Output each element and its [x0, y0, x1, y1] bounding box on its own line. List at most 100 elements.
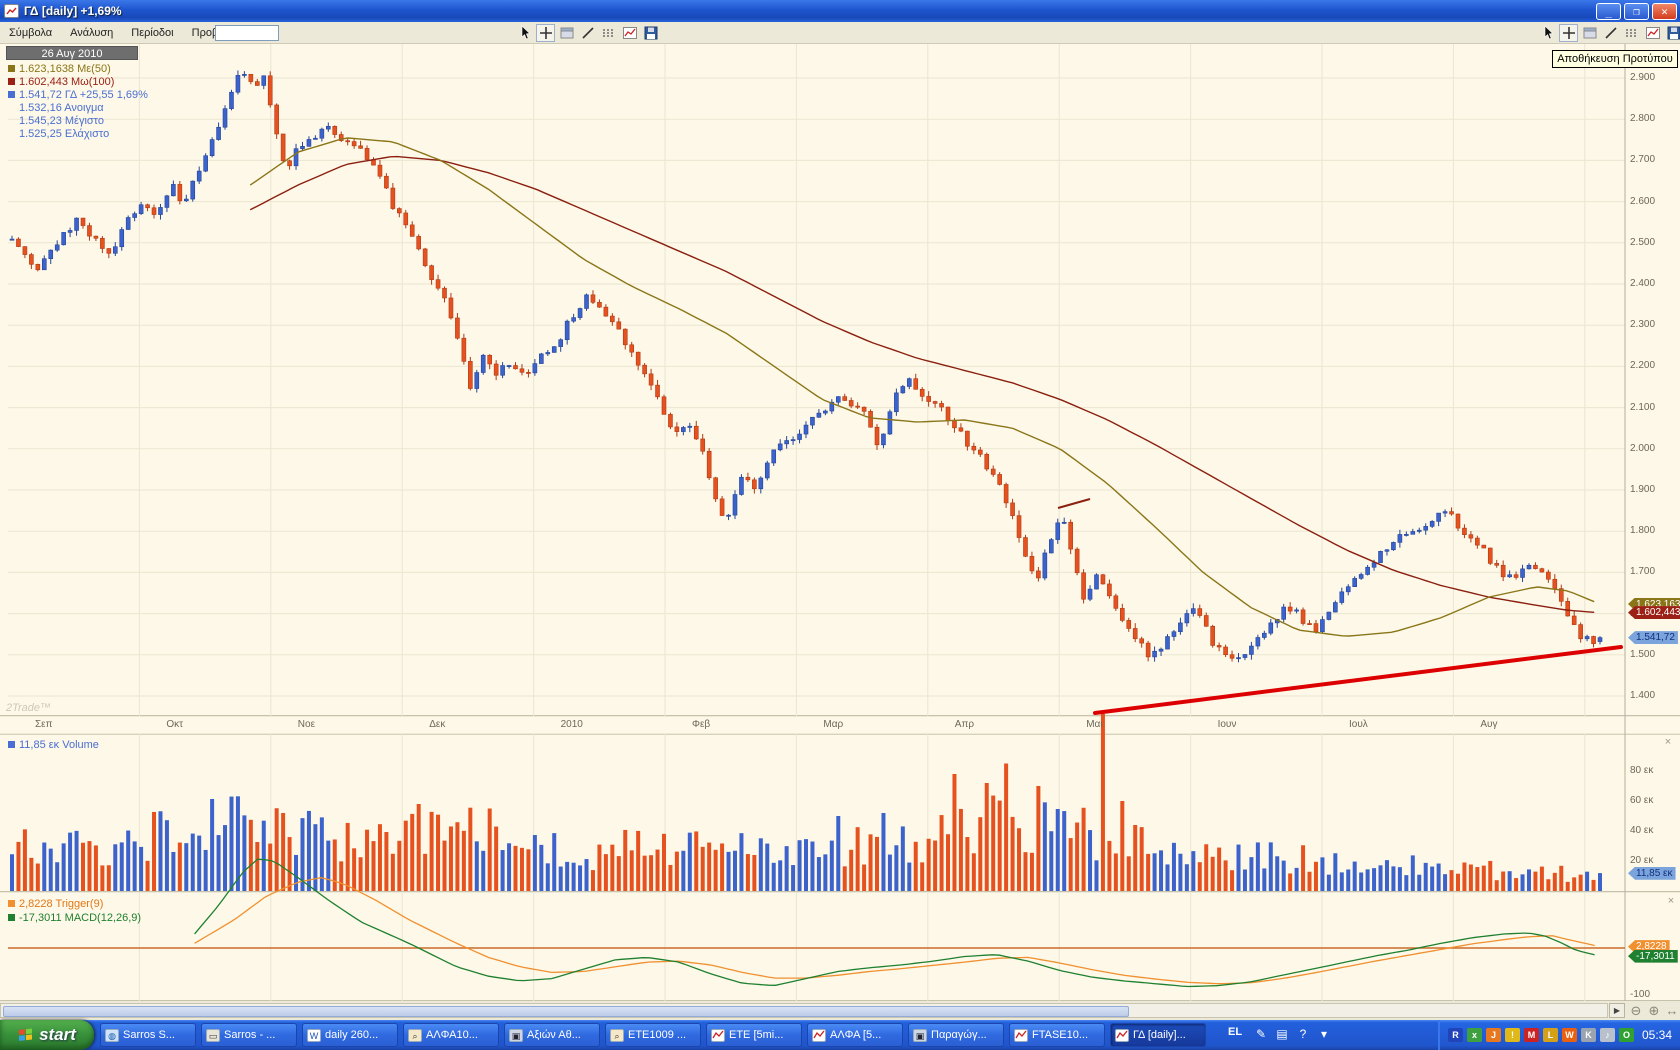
- taskbar-clock: 05:34: [1642, 1028, 1672, 1042]
- language-indicator[interactable]: EL: [1228, 1026, 1242, 1038]
- price-axis-tick: 2.300: [1630, 319, 1655, 330]
- price-swatch: [8, 91, 15, 98]
- scroll-row: ▶ ⊖ ⊕ ↔: [0, 1002, 1680, 1020]
- tray-antivirus-icon[interactable]: O: [1619, 1028, 1634, 1042]
- x-axis-month-label: Μαι: [1086, 719, 1102, 730]
- h-scrollbar-thumb[interactable]: [3, 1006, 1129, 1017]
- taskbar: start ◍Sarros S...▭Sarros - ...Wdaily 26…: [0, 1020, 1680, 1050]
- chart-icon: [711, 1029, 725, 1042]
- microphone-icon[interactable]: ✎: [1252, 1025, 1270, 1044]
- fit-width-icon[interactable]: ↔: [1664, 1003, 1680, 1018]
- x-axis-month-label: Απρ: [955, 719, 974, 730]
- taskbar-button-6[interactable]: ΕΤΕ [5mi...: [706, 1023, 802, 1047]
- price-axis-tick: 2.000: [1630, 443, 1655, 454]
- h-scrollbar[interactable]: [0, 1003, 1608, 1018]
- tray-r-icon[interactable]: R: [1448, 1028, 1463, 1042]
- taskbar-button-8[interactable]: ▣Παραγώγ...: [908, 1023, 1004, 1047]
- chart-canvas[interactable]: [0, 0, 1680, 1050]
- volume-axis-tick: 80 εκ: [1630, 765, 1653, 776]
- macd-trigger-legend: 2,8228 Trigger(9): [8, 897, 103, 910]
- volume-axis-tick: 60 εκ: [1630, 795, 1653, 806]
- legend-last-price: 1.541,72 ΓΔ +25,55 1,69%: [8, 88, 148, 101]
- price-axis-tick: 2.600: [1630, 196, 1655, 207]
- x-axis-month-label: Δεκ: [429, 719, 445, 730]
- price-axis-tick: 2.700: [1630, 154, 1655, 165]
- macd-value-tag: -17,3011: [1628, 950, 1678, 963]
- options-arrow-icon[interactable]: ▾: [1315, 1025, 1333, 1044]
- start-button[interactable]: start: [0, 1020, 94, 1050]
- price-axis-tick: 1.800: [1630, 525, 1655, 536]
- tray-shield-icon[interactable]: !: [1505, 1028, 1520, 1042]
- globe-icon: ◍: [105, 1029, 119, 1042]
- volume-bars: [10, 714, 1602, 891]
- macd-axis-tick: -100: [1630, 989, 1650, 1000]
- trendline[interactable]: [1095, 647, 1621, 713]
- volume-axis-tick: 40 εκ: [1630, 825, 1653, 836]
- x-axis-month-label: Φεβ: [692, 719, 710, 730]
- taskbar-button-10[interactable]: ΓΔ [daily]...: [1110, 1023, 1206, 1047]
- tray-java-icon[interactable]: J: [1486, 1028, 1501, 1042]
- taskbar-button-3[interactable]: ⌕ΑΛΦΑ10...: [403, 1023, 499, 1047]
- desktop: ΓΔ [daily] +1,69% _ ❐ ✕ Σύμβολα Ανάλυση …: [0, 0, 1680, 1050]
- legend-ma50: 1.623,1638 Με(50): [8, 62, 148, 75]
- scroll-right-button[interactable]: ▶: [1609, 1003, 1625, 1018]
- help-icon[interactable]: ?: [1294, 1025, 1312, 1044]
- tray-doc-icon[interactable]: W: [1562, 1028, 1577, 1042]
- watermark: 2Trade™: [6, 702, 51, 714]
- tray-messenger-icon[interactable]: M: [1524, 1028, 1539, 1042]
- volume-close-icon[interactable]: ×: [1662, 737, 1674, 749]
- tray-lock-icon[interactable]: L: [1543, 1028, 1558, 1042]
- tray-keyboard-icon[interactable]: K: [1581, 1028, 1596, 1042]
- tray-network-icon[interactable]: x: [1467, 1028, 1482, 1042]
- windows-logo-icon: [18, 1027, 34, 1043]
- x-axis-month-label: Ιουν: [1218, 719, 1237, 730]
- zoom-in-icon[interactable]: ⊕: [1646, 1003, 1662, 1019]
- keyboard-icon[interactable]: ▤: [1273, 1025, 1291, 1044]
- chart-icon: [812, 1029, 826, 1042]
- volume-value-tag: 11,85 εκ: [1628, 867, 1676, 880]
- trigger-swatch: [8, 900, 15, 907]
- x-axis-month-label: Αυγ: [1480, 719, 1497, 730]
- legend-ma100: 1.602,443 Μω(100): [8, 75, 148, 88]
- price-axis-tick: 2.500: [1630, 237, 1655, 248]
- ma50-line: [250, 138, 1594, 636]
- trigger-line: [195, 878, 1595, 984]
- taskbar-button-0[interactable]: ◍Sarros S...: [100, 1023, 196, 1047]
- legend-open: 1.532,16 Ανοιγμα: [8, 101, 148, 114]
- taskbar-button-2[interactable]: Wdaily 260...: [302, 1023, 398, 1047]
- zoom-out-icon[interactable]: ⊖: [1628, 1003, 1644, 1019]
- taskbar-button-5[interactable]: ⌕ΕΤΕ1009 ...: [605, 1023, 701, 1047]
- chart-icon: [1115, 1029, 1129, 1042]
- magnifier-icon: ⌕: [610, 1029, 624, 1042]
- ma100-swatch: [8, 78, 15, 85]
- system-tray: RxJ! MLWK ♪ O 05:34: [1438, 1020, 1680, 1050]
- price-axis-tick: 1.900: [1630, 484, 1655, 495]
- card-icon: ▭: [206, 1029, 220, 1042]
- price-axis-tick: 2.400: [1630, 278, 1655, 289]
- legend-low: 1.525,25 Ελάχιστο: [8, 127, 148, 140]
- price-axis-tick: 2.100: [1630, 402, 1655, 413]
- price-axis-tick: 2.800: [1630, 113, 1655, 124]
- price-axis-tick: 2.200: [1630, 360, 1655, 371]
- taskbar-button-9[interactable]: FTASE10...: [1009, 1023, 1105, 1047]
- macd-legend: -17,3011 MACD(12,26,9): [8, 911, 141, 924]
- document-icon: W: [307, 1029, 321, 1042]
- macd-close-icon[interactable]: ×: [1665, 896, 1677, 908]
- price-legend: 1.623,1638 Με(50) 1.602,443 Μω(100) 1.54…: [8, 62, 148, 140]
- taskbar-button-1[interactable]: ▭Sarros - ...: [201, 1023, 297, 1047]
- last-price-tag: 1.541,72: [1628, 631, 1678, 644]
- tray-volume-icon[interactable]: ♪: [1600, 1028, 1615, 1042]
- taskbar-button-4[interactable]: ▣Αξιών Αθ...: [504, 1023, 600, 1047]
- annotation-segment[interactable]: [1058, 499, 1090, 508]
- monitor-icon: ▣: [509, 1029, 523, 1042]
- taskbar-button-7[interactable]: ΑΛΦΑ [5...: [807, 1023, 903, 1047]
- chart-icon: [1014, 1029, 1028, 1042]
- x-axis-month-label: 2010: [561, 719, 583, 730]
- x-axis-month-label: Ιουλ: [1349, 719, 1368, 730]
- monitor-icon: ▣: [913, 1029, 927, 1042]
- price-axis-tick: 1.700: [1630, 566, 1655, 577]
- price-axis-tick: 1.400: [1630, 690, 1655, 701]
- magnifier-icon: ⌕: [408, 1029, 422, 1042]
- volume-legend: 11,85 εκ Volume: [8, 738, 99, 751]
- crosshair-date-label: 26 Αυγ 2010: [6, 46, 138, 60]
